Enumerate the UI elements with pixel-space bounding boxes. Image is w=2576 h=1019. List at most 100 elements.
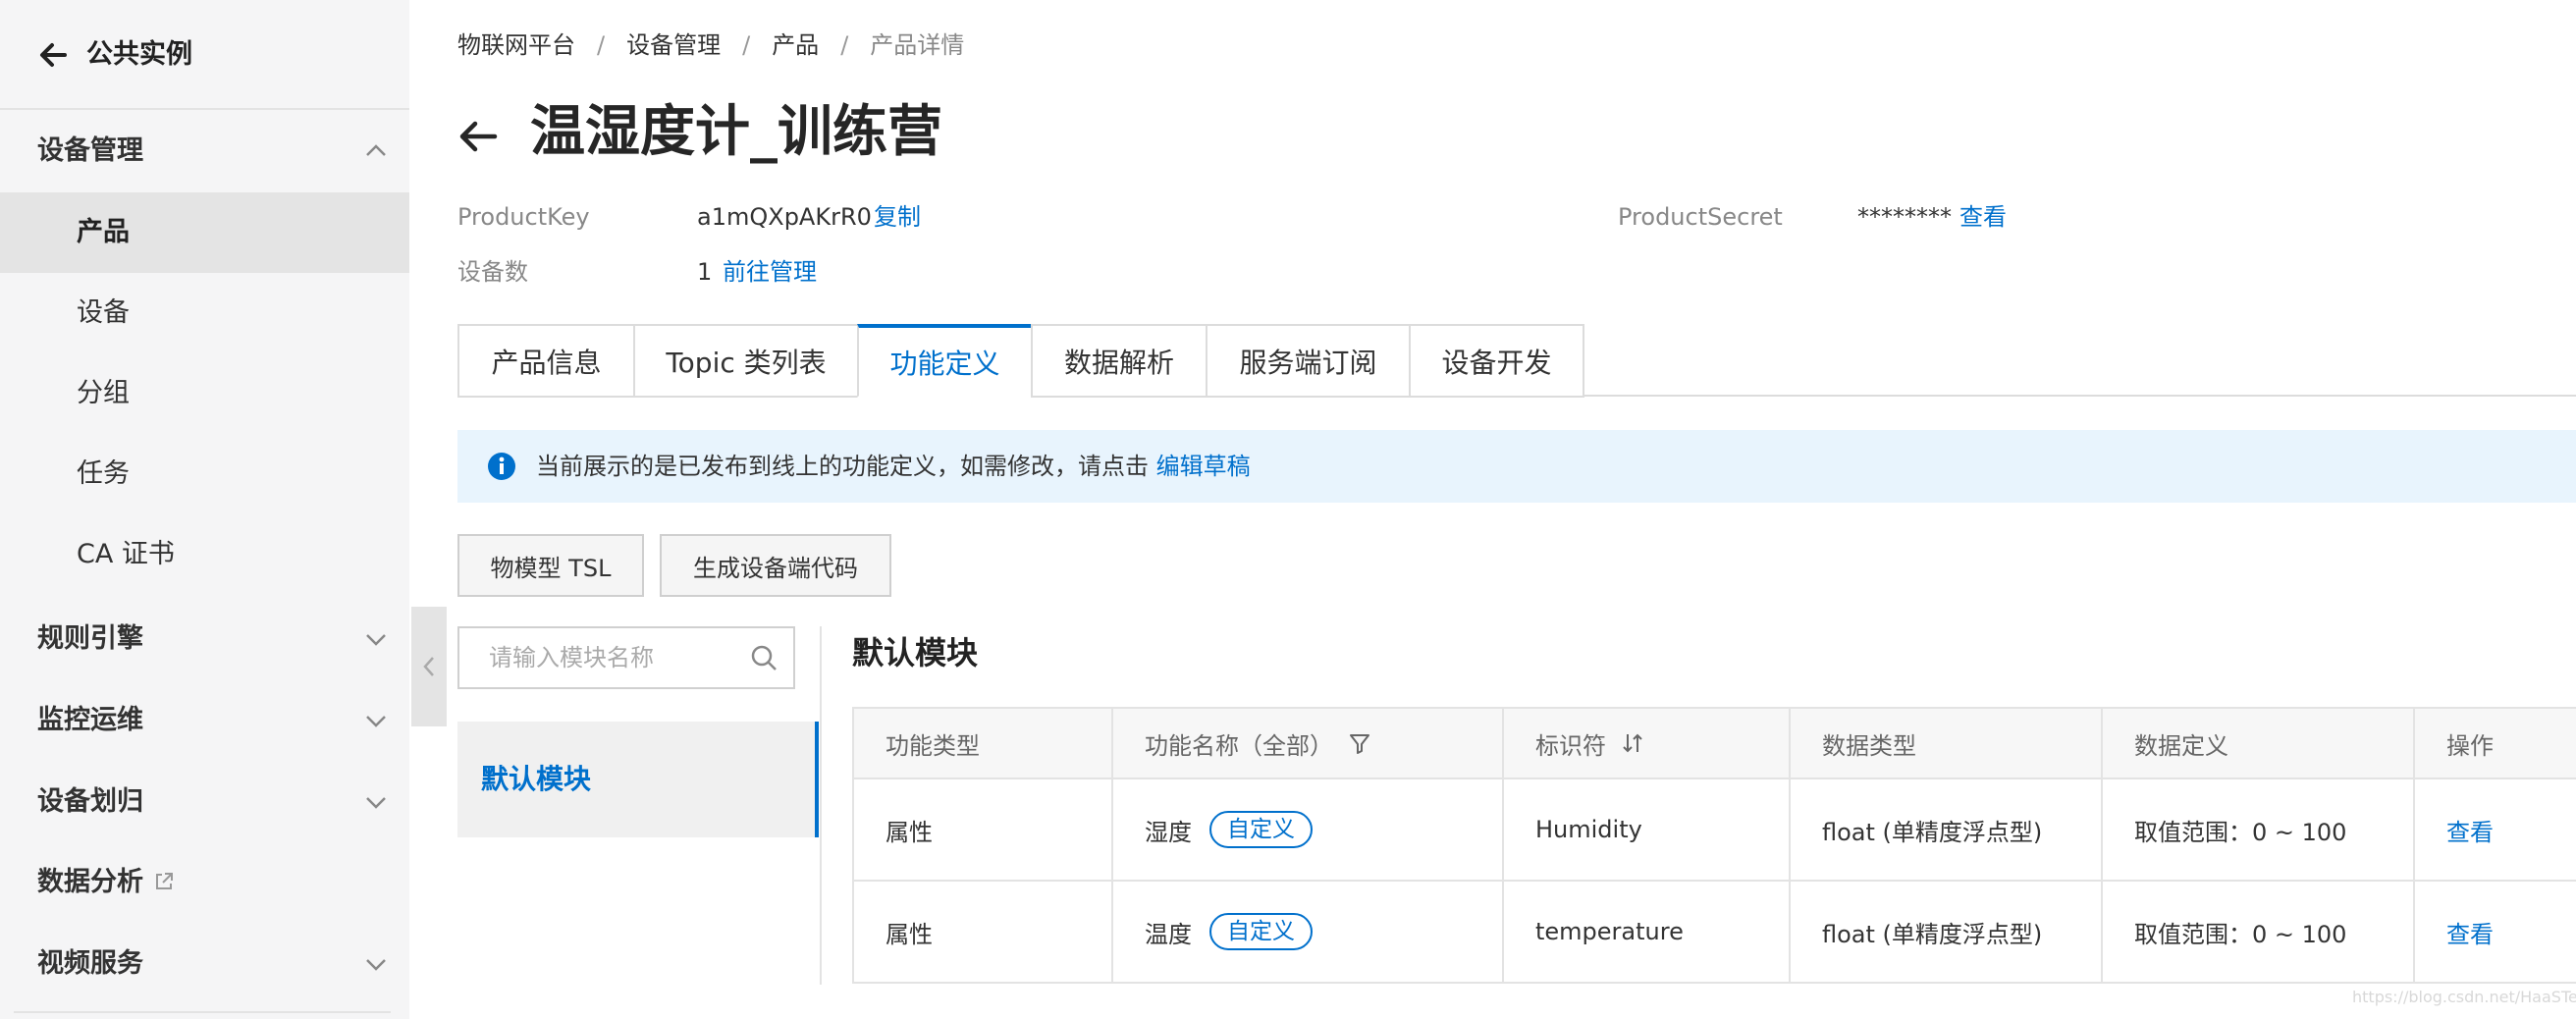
feature-table: 功能类型 功能名称（全部） 标识符 数据类型 数据定义 操作 属性 湿度 自定义 … (852, 707, 2576, 984)
sidebar-group-label: 视频服务 (37, 948, 143, 979)
custom-tag: 自定义 (1209, 811, 1313, 848)
cell-text: Humidity (1535, 816, 1642, 843)
table-row: 属性 湿度 自定义 Humidity float (单精度浮点型) 取值范围：0 … (854, 779, 2576, 882)
breadcrumb-item[interactable]: 产品 (772, 31, 819, 59)
sidebar-divider (14, 1011, 391, 1013)
cell-identifier: Humidity (1504, 779, 1791, 880)
tab-topic-list[interactable]: Topic 类列表 (633, 324, 857, 398)
arrow-left-icon[interactable] (35, 35, 71, 75)
view-link[interactable]: 查看 (2446, 915, 2494, 949)
tab-bar-baseline (1583, 395, 2576, 397)
manage-devices-link[interactable]: 前往管理 (723, 256, 817, 288)
sidebar-item-task[interactable]: 任务 (0, 434, 409, 514)
copy-link[interactable]: 复制 (874, 201, 921, 233)
cell-action: 查看 (2415, 779, 2576, 880)
tsl-button[interactable]: 物模型 TSL (457, 534, 644, 597)
custom-tag: 自定义 (1209, 913, 1313, 950)
tab-feature-definition[interactable]: 功能定义 (857, 324, 1031, 398)
tab-data-parsing[interactable]: 数据解析 (1031, 324, 1206, 398)
chevron-down-icon (366, 716, 386, 727)
back-arrow-icon[interactable] (457, 112, 499, 161)
main-content: 物联网平台 / 设备管理 / 产品 / 产品详情 温湿度计_训练营 ProductKey a… (457, 0, 2576, 1019)
module-list-item[interactable]: 默认模块 (457, 722, 819, 837)
generate-code-button[interactable]: 生成设备端代码 (660, 534, 891, 597)
tab-label: 设备开发 (1441, 346, 1552, 379)
breadcrumb-separator: / (742, 31, 751, 59)
device-count-value: 1 (697, 258, 713, 286)
column-header-label: 功能名称（全部） (1145, 731, 1333, 760)
sidebar-group-monitoring[interactable]: 监控运维 (0, 680, 409, 761)
search-icon[interactable] (750, 644, 778, 671)
breadcrumb: 物联网平台 / 设备管理 / 产品 / 产品详情 (457, 29, 964, 61)
column-header-label: 操作 (2446, 731, 2494, 760)
cell-text: 属性 (886, 920, 933, 948)
module-label: 默认模块 (481, 763, 592, 795)
button-label: 生成设备端代码 (693, 554, 858, 582)
column-header-data-type: 数据类型 (1791, 709, 2103, 778)
module-search-input[interactable] (489, 628, 744, 687)
sidebar-item-label: 产品 (77, 217, 130, 247)
column-header-label: 数据定义 (2134, 731, 2228, 760)
notice-text-wrap: 当前展示的是已发布到线上的功能定义，如需修改，请点击 编辑草稿 (536, 430, 1251, 503)
chevron-down-icon (366, 959, 386, 971)
sidebar-group-device-assign[interactable]: 设备划归 (0, 762, 409, 842)
cell-definition: 取值范围：0 ~ 100 (2103, 779, 2415, 880)
chevron-down-icon (366, 797, 386, 809)
sidebar-item-ca-cert[interactable]: CA 证书 (0, 514, 409, 595)
sort-icon[interactable] (1620, 730, 1645, 756)
column-header-type: 功能类型 (854, 709, 1113, 778)
notice-text: 当前展示的是已发布到线上的功能定义，如需修改，请点击 (536, 453, 1149, 480)
module-search[interactable] (457, 626, 795, 689)
sidebar-item-product[interactable]: 产品 (0, 192, 409, 273)
sidebar: 公共实例 设备管理 产品 设备 分组 任务 CA 证书 规则引擎 监控运维 设备… (0, 0, 409, 1019)
watermark: https://blog.csdn.net/HaaSTech (2352, 988, 2576, 1006)
product-secret-value: ******** (1857, 203, 1952, 231)
cell-text: temperature (1535, 918, 1684, 945)
sidebar-item-device[interactable]: 设备 (0, 273, 409, 353)
column-header-name[interactable]: 功能名称（全部） (1113, 709, 1504, 778)
sidebar-group-rule-engine[interactable]: 规则引擎 (0, 599, 409, 679)
cell-name: 温度 自定义 (1113, 882, 1504, 982)
sidebar-group-device-management[interactable]: 设备管理 (0, 111, 409, 191)
edit-draft-link[interactable]: 编辑草稿 (1156, 453, 1251, 480)
external-link-icon (156, 873, 173, 889)
tab-device-development[interactable]: 设备开发 (1409, 324, 1584, 398)
section-title: 默认模块 (852, 634, 979, 671)
sidebar-group-label: 设备管理 (37, 135, 143, 166)
tab-label: 数据解析 (1063, 346, 1174, 379)
tab-product-info[interactable]: 产品信息 (457, 324, 633, 398)
cell-type: 属性 (854, 882, 1113, 982)
tab-label: 服务端订阅 (1239, 346, 1377, 379)
filter-icon[interactable] (1347, 730, 1372, 756)
tab-bar: 产品信息 Topic 类列表 功能定义 数据解析 服务端订阅 设备开发 (457, 324, 1584, 398)
cell-definition: 取值范围：0 ~ 100 (2103, 882, 2415, 982)
cell-text: float (单精度浮点型) (1822, 920, 2043, 948)
tab-server-subscription[interactable]: 服务端订阅 (1206, 324, 1409, 398)
info-notice: 当前展示的是已发布到线上的功能定义，如需修改，请点击 编辑草稿 (457, 430, 2576, 503)
breadcrumb-item[interactable]: 设备管理 (626, 31, 721, 59)
sidebar-collapse-toggle[interactable] (411, 607, 447, 726)
sidebar-group-data-analysis[interactable]: 数据分析 (0, 842, 409, 923)
view-secret-link[interactable]: 查看 (1959, 201, 2007, 233)
cell-text: 温度 (1145, 920, 1192, 948)
sidebar-group-label: 规则引擎 (37, 623, 143, 654)
cell-data-type: float (单精度浮点型) (1791, 882, 2103, 982)
cell-action: 查看 (2415, 882, 2576, 982)
breadcrumb-item[interactable]: 物联网平台 (457, 31, 575, 59)
sidebar-item-label: 分组 (77, 378, 130, 408)
sidebar-item-group[interactable]: 分组 (0, 353, 409, 434)
column-header-label: 功能类型 (886, 731, 980, 760)
column-header-identifier[interactable]: 标识符 (1504, 709, 1791, 778)
column-header-action: 操作 (2415, 709, 2576, 778)
tab-label: 功能定义 (889, 347, 1000, 380)
module-divider (820, 626, 822, 985)
sidebar-header: 公共实例 (0, 0, 409, 110)
tab-label: Topic 类列表 (666, 346, 827, 379)
sidebar-group-label-wrap: 数据分析 (37, 842, 175, 923)
product-key-label: ProductKey (457, 203, 590, 231)
button-label: 物模型 TSL (490, 554, 612, 582)
cell-type: 属性 (854, 779, 1113, 880)
sidebar-group-video[interactable]: 视频服务 (0, 924, 409, 1004)
view-link[interactable]: 查看 (2446, 813, 2494, 847)
instance-title[interactable]: 公共实例 (86, 35, 192, 75)
